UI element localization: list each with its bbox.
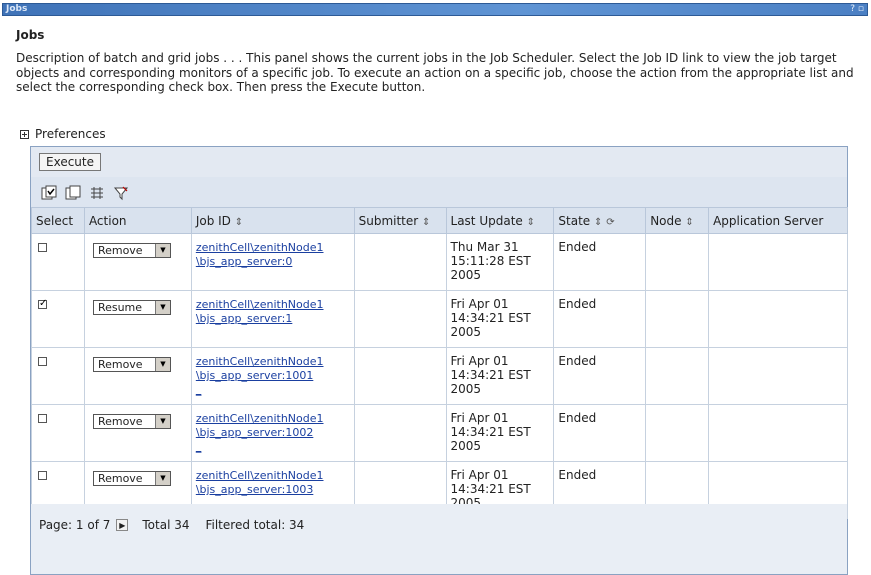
last-update-cell: Thu Mar 31 15:11:28 EST 2005 [445,233,555,291]
node-cell [645,404,710,462]
page-indicator: Page: 1 of 7 [39,518,111,532]
action-select-value[interactable]: Remove [94,358,155,372]
col-state[interactable]: State ⇕ ⟳ [553,207,647,234]
submitter-cell [353,290,447,348]
action-select[interactable]: Remove ▼ [92,357,171,372]
sort-icon[interactable]: ⇕ [685,217,693,228]
page-title: Jobs [16,28,45,42]
job-id-link[interactable]: zenithCell\zenithNode1 \bjs_app_server:0 [196,241,324,268]
application-server-cell [708,404,848,462]
job-id-link[interactable]: zenithCell\zenithNode1 \bjs_app_server:10… [196,355,324,396]
jobs-panel: Execute Select Action Job ID ⇕ Submitter… [30,146,848,575]
show-filter-icon[interactable] [89,185,105,201]
page-description: Description of batch and grid jobs . . .… [16,51,854,94]
job-id-cell: zenithCell\zenithNode1 \bjs_app_server:10… [190,347,355,405]
row-checkbox[interactable] [38,297,47,311]
col-submitter[interactable]: Submitter ⇕ [353,207,447,234]
job-id-cell: zenithCell\zenithNode1 \bjs_app_server:0 [190,233,355,291]
row-checkbox[interactable] [38,357,47,366]
table-row: Remove ▼ zenithCell\zenithNode1 \bjs_app_… [31,347,848,405]
col-job-id[interactable]: Job ID ⇕ [190,207,355,234]
node-cell [645,233,710,291]
state-cell: Ended [553,233,647,291]
table-header-row: Select Action Job ID ⇕ Submitter ⇕ Last … [31,207,848,234]
chevron-down-icon[interactable]: ▼ [154,415,170,428]
submitter-cell [353,404,447,462]
col-last-update[interactable]: Last Update ⇕ [445,207,555,234]
action-select[interactable]: Remove ▼ [92,471,171,486]
expand-plus-icon[interactable] [20,129,29,139]
job-id-link[interactable]: zenithCell\zenithNode1 \bjs_app_server:10… [196,412,324,453]
deselect-all-icon[interactable] [65,185,81,201]
action-cell: Resume ▼ [83,290,192,348]
refresh-icon[interactable]: ⟳ [606,217,614,228]
last-update-cell: Fri Apr 01 14:34:21 EST 2005 [445,404,555,462]
window-controls[interactable]: ? ▫ [850,4,864,15]
next-page-icon[interactable]: ▶ [116,519,129,531]
action-cell: Remove ▼ [83,347,192,405]
col-select: Select [31,207,85,234]
last-update-cell: Fri Apr 01 14:34:21 EST 2005 [445,290,555,348]
select-cell [31,347,85,405]
table-footer: Page: 1 of 7 ▶ Total 34 Filtered total: … [31,504,847,574]
table-toolbar [31,177,847,207]
col-node[interactable]: Node ⇕ [645,207,710,234]
col-action: Action [83,207,192,234]
col-application-server: Application Server [708,207,848,234]
action-select[interactable]: Remove ▼ [92,414,171,429]
action-select-value[interactable]: Resume [94,301,155,315]
filtered-total: Filtered total: 34 [205,518,305,532]
preferences-label[interactable]: Preferences [35,127,106,141]
state-cell: Ended [553,290,647,348]
select-cell [31,290,85,348]
table-row: Resume ▼ zenithCell\zenithNode1\bjs_app_… [31,290,848,348]
table-row: Remove ▼ zenithCell\zenithNode1 \bjs_app_… [31,404,848,462]
chevron-down-icon[interactable]: ▼ [154,244,170,257]
chevron-down-icon[interactable]: ▼ [154,472,170,485]
window-title: Jobs [6,4,28,14]
action-select-value[interactable]: Remove [94,472,155,486]
action-select[interactable]: Remove ▼ [92,243,171,258]
clear-filter-icon[interactable] [113,185,129,201]
job-id-cell: zenithCell\zenithNode1 \bjs_app_server:1 [190,290,355,348]
preferences-toggle[interactable]: Preferences [20,127,106,141]
application-server-cell [708,290,848,348]
sort-icon[interactable]: ⇕ [235,217,243,228]
last-update-cell: Fri Apr 01 14:34:21 EST 2005 [445,347,555,405]
total-count: Total 34 [142,518,190,532]
action-cell: Remove ▼ [83,233,192,291]
sort-icon[interactable]: ⇕ [422,217,430,228]
node-cell [645,347,710,405]
table-row: Remove ▼ zenithCell\zenithNode1 \bjs_app_… [31,233,848,291]
job-id-link[interactable]: zenithCell\zenithNode1 \bjs_app_server:1 [196,298,324,325]
row-checkbox[interactable] [38,243,47,252]
action-select-value[interactable]: Remove [94,415,155,429]
application-server-cell [708,347,848,405]
select-all-icon[interactable] [41,185,57,201]
execute-button[interactable]: Execute [39,153,101,171]
node-cell [645,290,710,348]
row-checkbox[interactable] [38,414,47,423]
action-select-value[interactable]: Remove [94,244,155,258]
action-cell: Remove ▼ [83,404,192,462]
chevron-down-icon[interactable]: ▼ [154,358,170,371]
submitter-cell [353,347,447,405]
jobs-table: Select Action Job ID ⇕ Submitter ⇕ Last … [31,207,848,519]
job-id-cell: zenithCell\zenithNode1 \bjs_app_server:10… [190,404,355,462]
button-row: Execute [31,147,847,178]
sort-icon[interactable]: ⇕ [527,217,535,228]
state-cell: Ended [553,347,647,405]
application-server-cell [708,233,848,291]
select-cell [31,233,85,291]
chevron-down-icon[interactable]: ▼ [154,301,170,314]
sort-icon[interactable]: ⇕ [594,217,602,228]
state-cell: Ended [553,404,647,462]
select-cell [31,404,85,462]
window-titlebar: Jobs ? ▫ [2,3,868,16]
submitter-cell [353,233,447,291]
row-checkbox[interactable] [38,471,47,480]
action-select[interactable]: Resume ▼ [92,300,171,315]
